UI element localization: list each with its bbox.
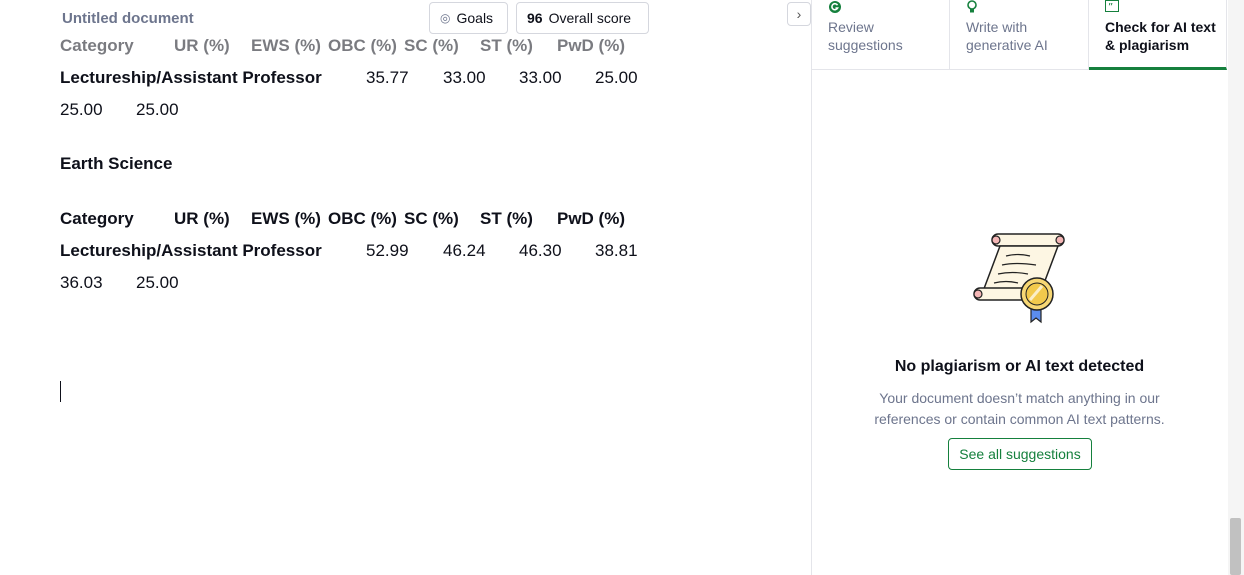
panel-scrollbar-track[interactable] xyxy=(1228,0,1244,575)
tab-label: Review suggestions xyxy=(828,19,903,53)
lightbulb-icon xyxy=(967,0,977,13)
header-cell: OBC (%) xyxy=(328,209,397,228)
panel-tabs: Review suggestions Write with generative… xyxy=(812,0,1227,70)
cell-value: 36.03 xyxy=(60,273,103,292)
cell-value: 46.24 xyxy=(443,241,486,260)
header-cell: Category xyxy=(60,36,134,55)
quote-icon: ” xyxy=(1105,0,1119,12)
result-title: No plagiarism or AI text detected xyxy=(894,358,1145,375)
tab-ai-plagiarism[interactable]: ” Check for AI text & plagiarism xyxy=(1089,0,1227,70)
tab-label: Check for AI text & plagiarism xyxy=(1105,19,1216,53)
section-heading-text: Earth Science xyxy=(60,154,173,173)
cell-value: 46.30 xyxy=(519,241,562,260)
document-title[interactable]: Untitled document xyxy=(62,10,194,27)
cell-value: 33.00 xyxy=(519,68,562,87)
chevron-right-icon: › xyxy=(796,6,802,22)
document-header: Untitled document ◎ Goals 96 Overall sco… xyxy=(0,0,786,37)
row-label: Lectureship/Assistant Professor xyxy=(60,241,322,260)
tab-label: Write with generative AI xyxy=(966,19,1048,53)
row-label: Lectureship/Assistant Professor xyxy=(60,68,322,87)
tab-review-suggestions[interactable]: Review suggestions xyxy=(812,0,950,70)
cell-value: 25.00 xyxy=(60,100,103,119)
cell-value: 33.00 xyxy=(443,68,486,87)
header-cell: OBC (%) xyxy=(328,36,397,55)
cell-value: 25.00 xyxy=(595,68,638,87)
header-cell: PwD (%) xyxy=(557,36,625,55)
svg-text:”: ” xyxy=(1108,2,1113,12)
header-cell: ST (%) xyxy=(480,209,533,228)
document-editor[interactable]: Category UR (%) EWS (%) OBC (%) SC (%) S… xyxy=(0,0,811,575)
score-value: 96 xyxy=(527,10,543,26)
see-all-suggestions-button[interactable]: See all suggestions xyxy=(948,438,1092,470)
overall-score-button[interactable]: 96 Overall score xyxy=(516,2,649,34)
header-cell: Category xyxy=(60,209,134,228)
cell-value: 25.00 xyxy=(136,273,179,292)
header-cell: UR (%) xyxy=(174,209,230,228)
collapse-panel-button[interactable]: › xyxy=(787,2,811,26)
header-cell: ST (%) xyxy=(480,36,533,55)
header-cell: PwD (%) xyxy=(557,209,625,228)
cell-value: 35.77 xyxy=(366,68,409,87)
panel-scrollbar-thumb[interactable] xyxy=(1230,518,1241,575)
cell-value: 38.81 xyxy=(595,241,638,260)
header-cell: EWS (%) xyxy=(251,36,321,55)
result-description: Your document doesn’t match anything in … xyxy=(874,390,1165,427)
header-cell: UR (%) xyxy=(174,36,230,55)
cell-value: 25.00 xyxy=(136,100,179,119)
assistant-panel: Review suggestions Write with generative… xyxy=(811,0,1244,575)
text-cursor xyxy=(60,381,61,402)
certificate-scroll-icon xyxy=(973,233,1065,324)
goals-button[interactable]: ◎ Goals xyxy=(429,2,508,34)
target-icon: ◎ xyxy=(440,11,451,25)
score-label: Overall score xyxy=(548,10,632,26)
goals-label: Goals xyxy=(456,10,494,26)
cell-value: 52.99 xyxy=(366,241,409,260)
app-window: Category UR (%) EWS (%) OBC (%) SC (%) S… xyxy=(0,0,1244,575)
header-cell: SC (%) xyxy=(404,36,459,55)
grammarly-g-icon xyxy=(829,1,841,13)
header-cell: EWS (%) xyxy=(251,209,321,228)
header-cell: SC (%) xyxy=(404,209,459,228)
tab-generative-ai[interactable]: Write with generative AI xyxy=(950,0,1089,70)
